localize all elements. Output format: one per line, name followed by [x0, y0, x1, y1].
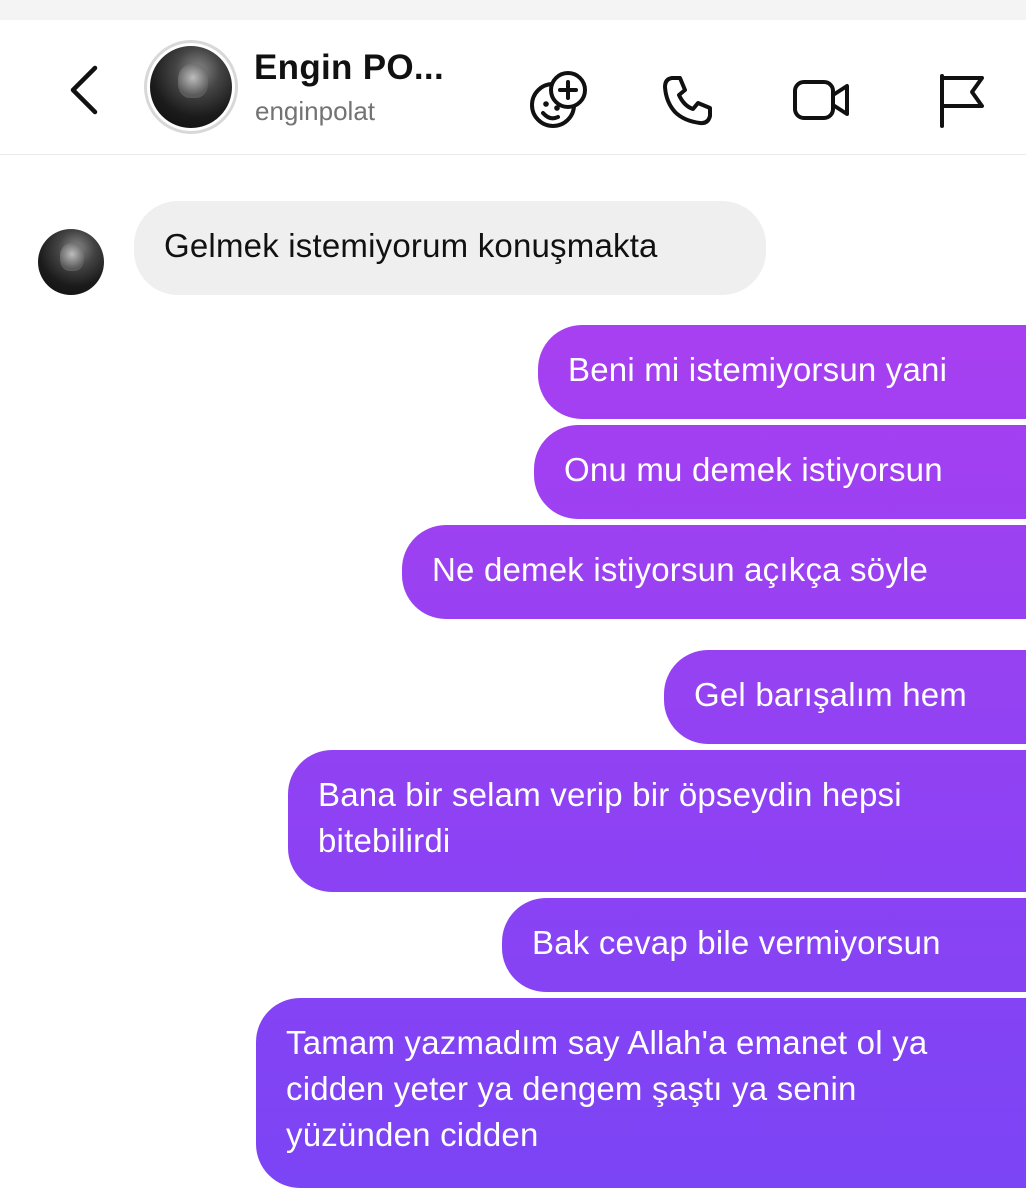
sender-avatar[interactable] — [38, 229, 104, 295]
chat-header: Engin PO... enginpolat — [0, 20, 1026, 155]
message-outgoing[interactable]: Ne demek istiyorsun açıkça söyle — [402, 525, 1026, 619]
contact-name[interactable]: Engin PO... — [254, 48, 444, 88]
message-text: Bana bir selam verip bir öpseydin hepsi … — [318, 776, 902, 859]
message-outgoing[interactable]: Onu mu demek istiyorsun — [534, 425, 1026, 519]
message-text: Bak cevap bile vermiyorsun — [532, 924, 941, 961]
report-button[interactable] — [928, 68, 992, 132]
message-text: Beni mi istemiyorsun yani — [568, 351, 948, 388]
status-bar-strip — [0, 0, 1026, 20]
message-text: Gel barışalım hem — [694, 676, 967, 713]
profile-avatar[interactable] — [144, 40, 238, 134]
message-outgoing[interactable]: Beni mi istemiyorsun yani — [538, 325, 1026, 419]
message-outgoing[interactable]: Bana bir selam verip bir öpseydin hepsi … — [288, 750, 1026, 892]
flag-icon — [940, 74, 984, 128]
sticker-add-icon — [530, 71, 587, 128]
message-text: Gelmek istemiyorum konuşmakta — [164, 227, 658, 264]
message-incoming[interactable]: Gelmek istemiyorum konuşmakta — [134, 201, 766, 295]
message-outgoing[interactable]: Tamam yazmadım say Allah'a emanet ol ya … — [256, 998, 1026, 1188]
back-button[interactable] — [62, 62, 106, 118]
chevron-left-icon — [70, 65, 98, 115]
phone-icon — [663, 76, 712, 126]
message-outgoing[interactable]: Bak cevap bile vermiyorsun — [502, 898, 1026, 992]
voice-call-button[interactable] — [656, 68, 720, 132]
message-thread: Gelmek istemiyorum konuşmakta Beni mi is… — [0, 155, 1026, 1200]
contact-username[interactable]: enginpolat — [255, 96, 375, 127]
message-text: Ne demek istiyorsun açıkça söyle — [432, 551, 929, 588]
video-call-button[interactable] — [789, 68, 853, 132]
message-outgoing[interactable]: Gel barışalım hem — [664, 650, 1026, 744]
message-text: Onu mu demek istiyorsun — [564, 451, 943, 488]
avatar-photo — [147, 43, 235, 131]
video-camera-icon — [793, 80, 849, 120]
sticker-add-button[interactable] — [527, 68, 591, 132]
message-text: Tamam yazmadım say Allah'a emanet ol ya … — [286, 1024, 928, 1153]
